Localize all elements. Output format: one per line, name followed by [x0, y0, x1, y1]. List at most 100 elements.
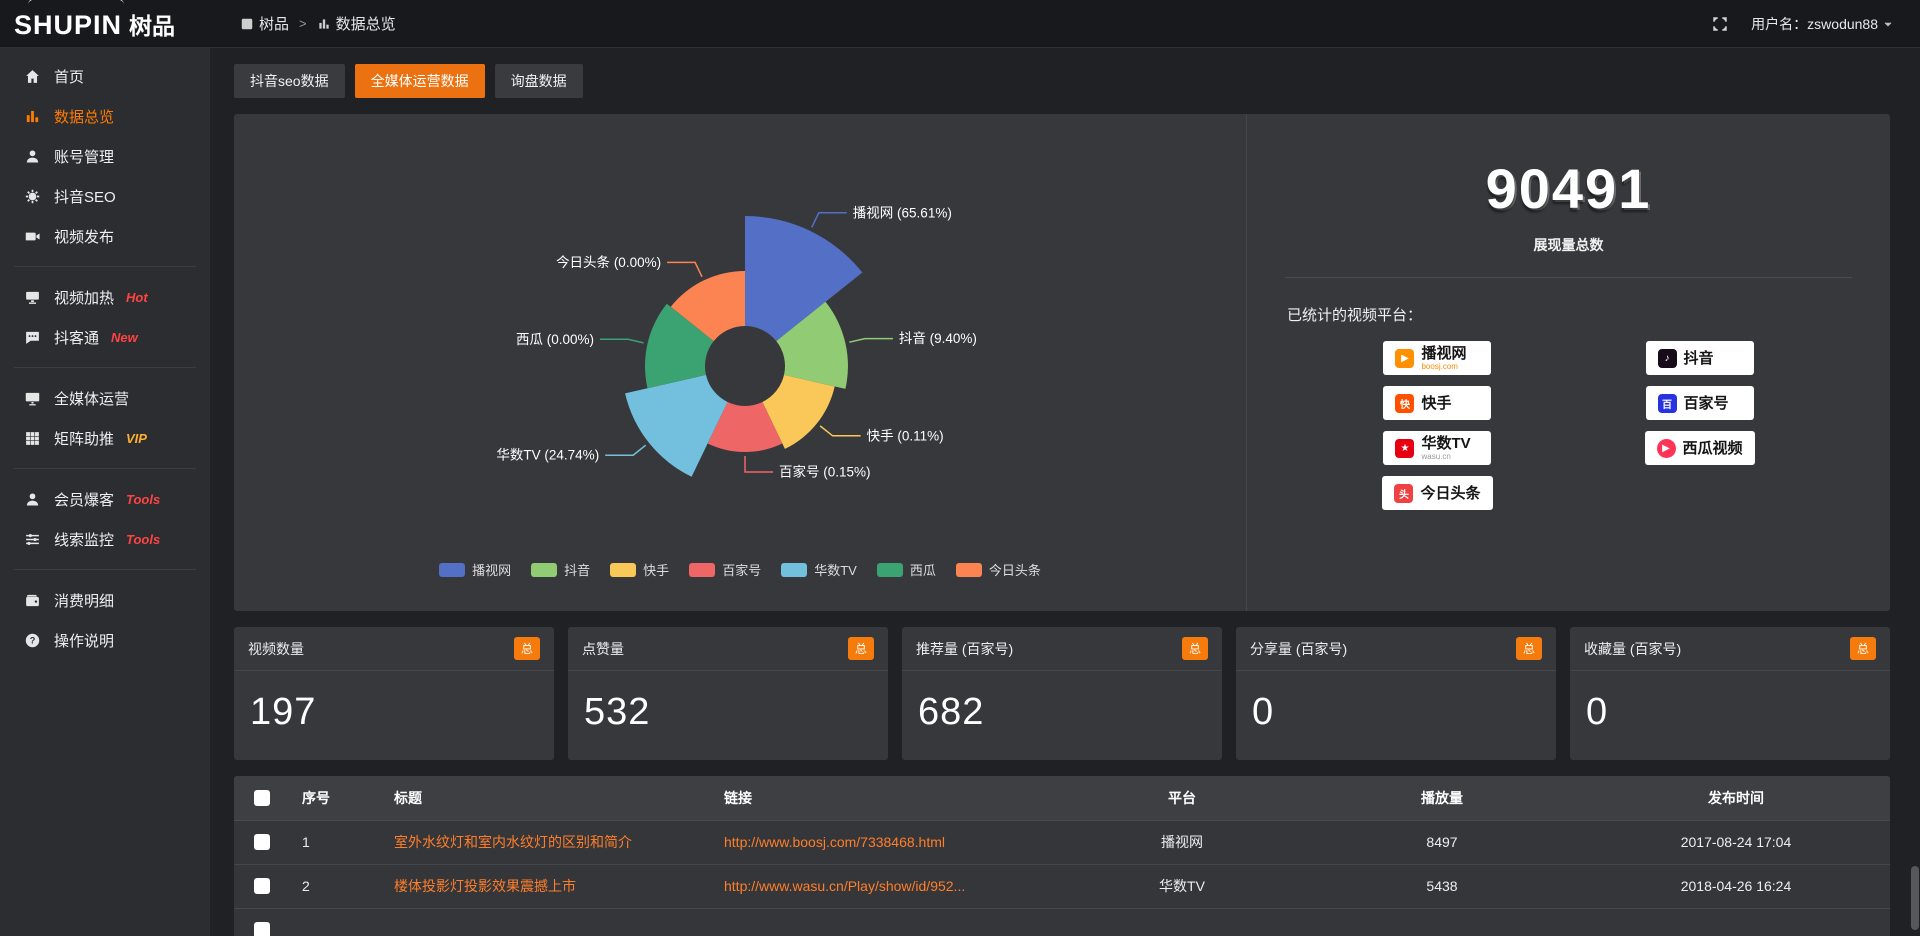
sidebar-item-label: 首页 [54, 66, 84, 87]
total-badge: 总 [1516, 637, 1542, 660]
sidebar-item-lead-monitor[interactable]: 线索监控Tools [0, 519, 210, 559]
tab-inquiry-data[interactable]: 询盘数据 [495, 64, 583, 98]
cell-title[interactable] [382, 908, 712, 936]
row-checkbox[interactable] [254, 922, 270, 936]
stat-card-value: 0 [1236, 671, 1556, 760]
main-content: 抖音seo数据全媒体运营数据询盘数据 播视网 (65.61%)抖音 (9.40%… [210, 48, 1920, 936]
total-badge: 总 [848, 637, 874, 660]
legend-swatch-wasu [781, 563, 807, 577]
sidebar-item-video-publish[interactable]: 视频发布 [0, 216, 210, 256]
fullscreen-icon[interactable] [1711, 15, 1729, 33]
stat-card-value: 532 [568, 671, 888, 760]
sidebar-item-label: 全媒体运营 [54, 388, 129, 409]
sidebar-item-video-heat[interactable]: 视频加热Hot [0, 277, 210, 317]
video-table-panel: 序号标题链接平台播放量发布时间 1室外水纹灯和室内水纹灯的区别和简介http:/… [234, 776, 1890, 936]
legend-label: 今日头条 [989, 560, 1041, 579]
platform-badge-name: 百家号 [1684, 396, 1729, 411]
sidebar-item-operation-guide[interactable]: ?操作说明 [0, 620, 210, 660]
page-scrollbar[interactable] [1911, 48, 1919, 936]
sidebar-item-label: 抖音SEO [54, 186, 116, 207]
breadcrumb-current[interactable]: 数据总览 [317, 13, 396, 34]
breadcrumb-separator: > [299, 16, 307, 31]
cell-plays: 8497 [1302, 820, 1582, 864]
chevron-down-icon [166, 150, 179, 163]
breadcrumb-root[interactable]: 树品 [240, 13, 289, 34]
chat-icon [24, 329, 41, 346]
sidebar-item-home[interactable]: 首页 [0, 56, 210, 96]
sidebar-item-tag: Tools [126, 532, 160, 547]
row-checkbox[interactable] [254, 878, 270, 894]
sidebar-item-data-overview[interactable]: 数据总览 [0, 96, 210, 136]
cell-title[interactable]: 楼体投影灯投影效果震撼上市 [382, 864, 712, 908]
stat-card-label: 收藏量 (百家号) [1584, 639, 1681, 659]
legend-item-toutiao[interactable]: 今日头条 [956, 560, 1041, 579]
sidebar-item-omnimedia-operation[interactable]: 全媒体运营 [0, 378, 210, 418]
cell-platform: 华数TV [1062, 864, 1302, 908]
legend-item-kuaishou[interactable]: 快手 [610, 560, 669, 579]
cell-link[interactable]: http://www.wasu.cn/Play/show/id/952... [712, 864, 1062, 908]
legend-item-wasu[interactable]: 华数TV [781, 560, 857, 579]
platform-badge-xigua[interactable]: ▶西瓜视频 [1645, 431, 1755, 465]
legend-item-douyin[interactable]: 抖音 [531, 560, 590, 579]
platform-badge-text: 西瓜视频 [1683, 441, 1743, 456]
platform-badge-name: 华数TV [1421, 436, 1470, 451]
bar-chart-icon [24, 108, 41, 125]
sidebar-item-member-burst[interactable]: 会员爆客 Tools [0, 479, 210, 519]
legend-item-boosj[interactable]: 播视网 [439, 560, 511, 579]
legend-label: 西瓜 [910, 560, 936, 579]
legend-swatch-baijiahao [689, 563, 715, 577]
sidebar-item-tag: Tools [126, 492, 160, 507]
legend-item-baijiahao[interactable]: 百家号 [689, 560, 761, 579]
pie-label-line-boosj [812, 213, 847, 228]
stat-card-header: 推荐量 (百家号)总 [902, 627, 1222, 671]
platform-badge-text: 百家号 [1684, 396, 1729, 411]
pie-label-line-baijiahao [745, 456, 773, 472]
sidebar-divider [14, 569, 196, 570]
platform-badge-subtext: wasu.cn [1421, 453, 1470, 461]
sidebar-item-label: 数据总览 [54, 106, 114, 127]
page-scrollbar-thumb[interactable] [1911, 866, 1919, 930]
platform-badge-douyin[interactable]: ♪抖音 [1646, 341, 1754, 375]
tab-douyin-seo-data[interactable]: 抖音seo数据 [234, 64, 345, 98]
stat-card-favorite-count: 收藏量 (百家号)总0 [1570, 627, 1890, 760]
cell-link[interactable] [712, 908, 1062, 936]
legend-item-xigua[interactable]: 西瓜 [877, 560, 936, 579]
pie-slice-wasu[interactable] [625, 375, 728, 477]
sidebar-item-matrix-boost[interactable]: 矩阵助推VIP [0, 418, 210, 458]
platform-badge-boosj[interactable]: ▶播视网boosj.com [1383, 341, 1491, 375]
cell-platform: 播视网 [1062, 820, 1302, 864]
chevron-down-icon [1882, 18, 1894, 30]
video-table: 序号标题链接平台播放量发布时间 1室外水纹灯和室内水纹灯的区别和简介http:/… [234, 776, 1890, 936]
stat-card-recommend-count: 推荐量 (百家号)总682 [902, 627, 1222, 760]
tab-omnimedia-data[interactable]: 全媒体运营数据 [355, 64, 485, 98]
select-all-checkbox[interactable] [254, 790, 270, 806]
gear-icon [24, 188, 41, 205]
sidebar-item-douyin-seo[interactable]: 抖音SEO [0, 176, 210, 216]
logo-suffix: 树品 [129, 7, 175, 41]
platform-badge-baijiahao[interactable]: 百百家号 [1646, 386, 1754, 420]
sidebar-item-douketong[interactable]: 抖客通New [0, 317, 210, 357]
platform-badge-wasu[interactable]: ★华数TVwasu.cn [1383, 431, 1491, 465]
sidebar-item-account-management[interactable]: 账号管理 [0, 136, 210, 176]
cell-seq: 2 [290, 864, 382, 908]
platform-share-pie-chart: 播视网 (65.61%)抖音 (9.40%)快手 (0.11%)百家号 (0.1… [240, 154, 1240, 558]
stat-cards: 视频数量总197点赞量总532推荐量 (百家号)总682分享量 (百家号)总0收… [234, 627, 1890, 760]
platform-badge-kuaishou[interactable]: 快快手 [1383, 386, 1491, 420]
sidebar: 首页数据总览账号管理抖音SEO 视频发布视频加热Hot抖客通New 全媒体运营矩阵助… [0, 48, 210, 936]
total-badge: 总 [1850, 637, 1876, 660]
table-header-checkbox-cell [234, 776, 290, 820]
platform-badge-name: 播视网 [1421, 346, 1466, 361]
table-row: 2楼体投影灯投影效果震撼上市http://www.wasu.cn/Play/sh… [234, 864, 1890, 908]
user-menu[interactable]: 用户名：zswodun88 [1751, 14, 1894, 34]
sidebar-item-label: 会员爆客 [54, 489, 114, 510]
platform-badge-toutiao[interactable]: 头今日头条 [1382, 476, 1492, 510]
platform-badge-text: 快手 [1421, 396, 1451, 411]
cell-link[interactable]: http://www.boosj.com/7338468.html [712, 820, 1062, 864]
row-checkbox[interactable] [254, 834, 270, 850]
pie-label-douyin: 抖音 (9.40%) [899, 330, 977, 346]
cell-title[interactable]: 室外水纹灯和室内水纹灯的区别和简介 [382, 820, 712, 864]
legend-label: 华数TV [814, 560, 857, 579]
sidebar-item-consumption-detail[interactable]: 消费明细 [0, 580, 210, 620]
sidebar-item-tag: VIP [126, 431, 147, 446]
home-icon [24, 68, 41, 85]
